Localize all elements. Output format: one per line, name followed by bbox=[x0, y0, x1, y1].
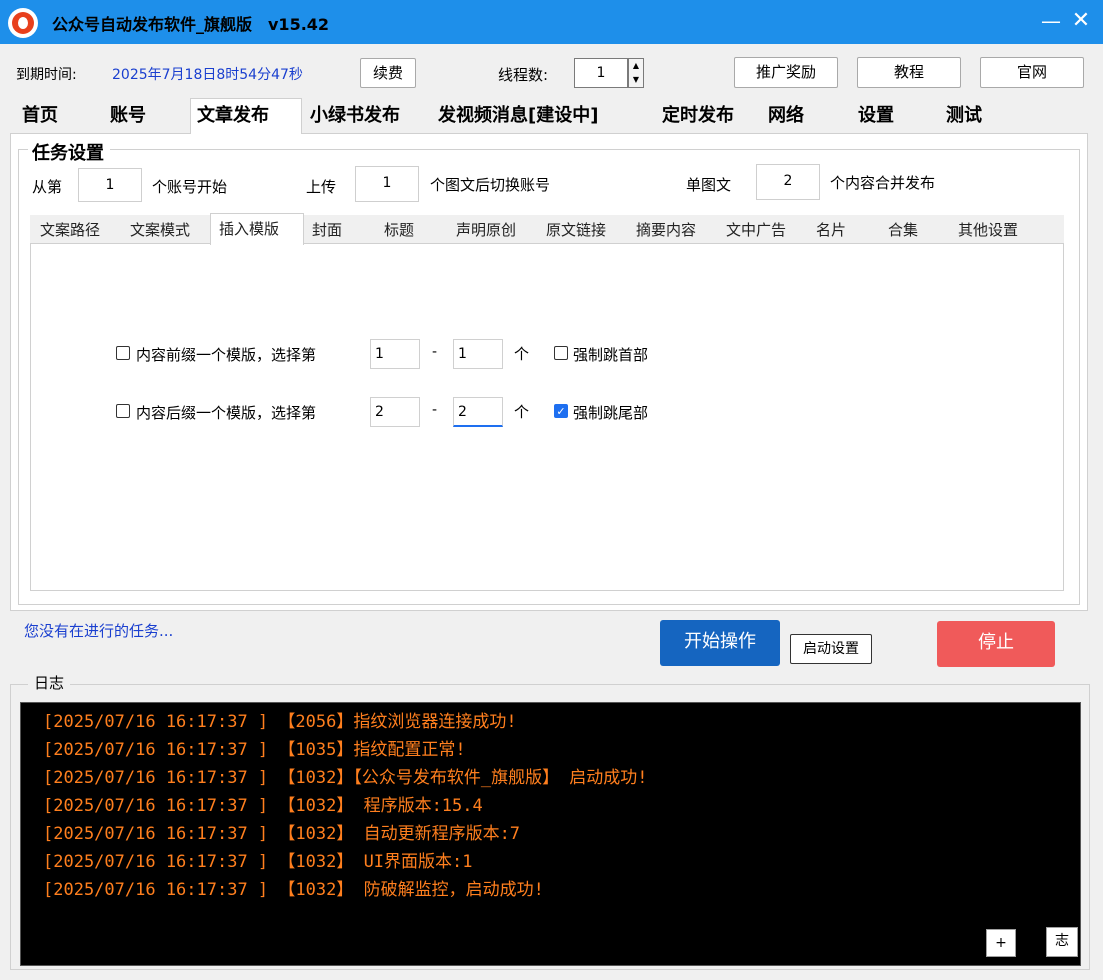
subtab-collection[interactable]: 合集 bbox=[880, 216, 948, 244]
subtab-summary[interactable]: 摘要内容 bbox=[628, 216, 716, 244]
subtab-copy-path[interactable]: 文案路径 bbox=[32, 216, 120, 244]
log-line: [2025/07/16 16:17:37 ] 【1035】指纹配置正常! bbox=[43, 740, 466, 760]
prefix-template-checkbox[interactable] bbox=[116, 346, 130, 360]
log-line: [2025/07/16 16:17:37 ] 【1032】 自动更新程序版本:7 bbox=[43, 824, 521, 844]
tab-home[interactable]: 首页 bbox=[16, 100, 100, 132]
window-title: 公众号自动发布软件_旗舰版 v15.42 bbox=[52, 15, 330, 34]
suffix-template-checkbox[interactable] bbox=[116, 404, 130, 418]
log-output: [2025/07/16 16:17:37 ] 【2056】指纹浏览器连接成功! … bbox=[20, 702, 1081, 966]
startup-settings-button[interactable]: 启动设置 bbox=[790, 634, 872, 664]
subtab-card[interactable]: 名片 bbox=[808, 216, 878, 244]
prefix-to-input[interactable]: 1 bbox=[453, 339, 503, 369]
subtab-declare-original[interactable]: 声明原创 bbox=[448, 216, 536, 244]
subtab-title[interactable]: 标题 bbox=[376, 216, 446, 244]
single-label: 单图文 bbox=[686, 176, 732, 194]
tab-article-publish[interactable]: 文章发布 bbox=[190, 98, 302, 134]
task-settings-title: 任务设置 bbox=[28, 139, 110, 165]
suffix-dash: - bbox=[432, 402, 438, 418]
prefix-template-label: 内容前缀一个模版，选择第 bbox=[136, 346, 317, 364]
from-account-input[interactable]: 1 bbox=[78, 168, 142, 202]
close-icon[interactable]: ✕ bbox=[1068, 8, 1094, 34]
log-zhi-button[interactable]: 志 bbox=[1046, 927, 1078, 957]
from-suffix: 个账号开始 bbox=[152, 178, 228, 196]
from-label: 从第 bbox=[32, 178, 63, 196]
log-line: [2025/07/16 16:17:37 ] 【1032】 UI界面版本:1 bbox=[43, 852, 473, 872]
log-line: [2025/07/16 16:17:37 ] 【1032】 防破解监控，启动成功… bbox=[43, 880, 544, 900]
log-title: 日志 bbox=[28, 672, 71, 693]
log-line: [2025/07/16 16:17:37 ] 【1032】【公众号发布软件_旗舰… bbox=[43, 768, 648, 788]
start-button[interactable]: 开始操作 bbox=[660, 620, 780, 666]
upload-label: 上传 bbox=[306, 178, 337, 196]
website-button[interactable]: 官网 bbox=[980, 57, 1084, 88]
log-line: [2025/07/16 16:17:37 ] 【2056】指纹浏览器连接成功! bbox=[43, 712, 517, 732]
expiry-value: 2025年7月18日8时54分47秒 bbox=[112, 67, 303, 83]
promo-button[interactable]: 推广奖励 bbox=[734, 57, 838, 88]
tab-scheduled-publish[interactable]: 定时发布 bbox=[656, 100, 758, 132]
app-logo-icon bbox=[8, 8, 38, 38]
single-merge-input[interactable]: 2 bbox=[756, 164, 820, 200]
stop-button[interactable]: 停止 bbox=[937, 621, 1055, 667]
prefix-from-input[interactable]: 1 bbox=[370, 339, 420, 369]
renew-button[interactable]: 续费 bbox=[360, 58, 416, 88]
upload-count-input[interactable]: 1 bbox=[355, 166, 419, 202]
threads-input[interactable]: 1 bbox=[574, 58, 628, 88]
subtab-original-link[interactable]: 原文链接 bbox=[538, 216, 626, 244]
single-suffix: 个内容合并发布 bbox=[830, 174, 936, 192]
subtab-other-settings[interactable]: 其他设置 bbox=[950, 216, 1038, 244]
suffix-from-input[interactable]: 2 bbox=[370, 397, 420, 427]
suffix-unit: 个 bbox=[514, 403, 530, 421]
upload-suffix: 个图文后切换账号 bbox=[430, 176, 551, 194]
tab-test[interactable]: 测试 bbox=[940, 100, 1026, 132]
prefix-dash: - bbox=[432, 344, 438, 360]
suffix-template-label: 内容后缀一个模版，选择第 bbox=[136, 404, 317, 422]
threads-spinner[interactable]: ▲ ▼ bbox=[628, 58, 644, 88]
force-head-checkbox[interactable] bbox=[554, 346, 568, 360]
prefix-unit: 个 bbox=[514, 345, 530, 363]
subtab-insert-template[interactable]: 插入模版 bbox=[210, 213, 304, 245]
force-tail-label: 强制跳尾部 bbox=[573, 404, 649, 422]
task-status-text: 您没有在进行的任务... bbox=[24, 622, 174, 640]
subtab-copy-mode[interactable]: 文案模式 bbox=[122, 216, 208, 244]
tab-video-message[interactable]: 发视频消息[建设中] bbox=[432, 100, 652, 132]
log-add-button[interactable]: + bbox=[986, 929, 1016, 957]
threads-label: 线程数: bbox=[498, 66, 549, 84]
force-head-label: 强制跳首部 bbox=[573, 346, 649, 364]
subtab-in-article-ad[interactable]: 文中广告 bbox=[718, 216, 806, 244]
tab-account[interactable]: 账号 bbox=[104, 100, 188, 132]
expiry-label: 到期时间: bbox=[16, 67, 77, 83]
tab-settings[interactable]: 设置 bbox=[852, 100, 936, 132]
tab-network[interactable]: 网络 bbox=[762, 100, 848, 132]
suffix-to-input[interactable]: 2 bbox=[453, 397, 503, 427]
tutorial-button[interactable]: 教程 bbox=[857, 57, 961, 88]
log-line: [2025/07/16 16:17:37 ] 【1032】 程序版本:15.4 bbox=[43, 796, 483, 816]
force-tail-checkbox[interactable]: ✓ bbox=[554, 404, 568, 418]
tab-xiaolvshu-publish[interactable]: 小绿书发布 bbox=[304, 100, 428, 132]
minimize-icon[interactable]: — bbox=[1038, 8, 1064, 34]
subtab-cover[interactable]: 封面 bbox=[304, 216, 374, 244]
